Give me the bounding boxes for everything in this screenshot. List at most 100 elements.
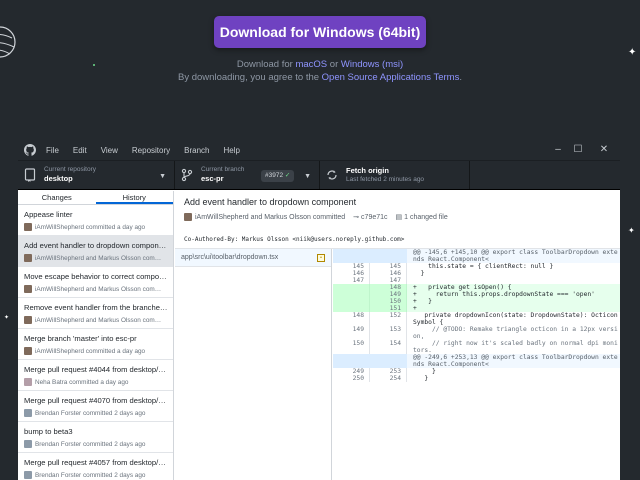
alt-prefix: Download for	[236, 59, 296, 70]
diff-line[interactable]: 149 + return this.props.dropdownState ===…	[333, 291, 620, 298]
code-text: + return this.props.dropdownState === 'o…	[407, 291, 620, 298]
diff-line[interactable]: 150 154 // right now it's scaled badly on…	[333, 340, 620, 354]
list-item[interactable]: Appease linter iAmWillShepherd committed …	[18, 205, 173, 236]
commit-details: Add event handler to dropdown component …	[175, 191, 620, 480]
sparkle-icon: ✦	[4, 315, 10, 321]
terms-prefix: By downloading, you agree to the	[178, 72, 322, 83]
terms-link[interactable]: Open Source Applications Terms	[322, 72, 460, 83]
diff-line[interactable]: 249 253 }	[333, 368, 620, 375]
tab-history[interactable]: History	[95, 191, 173, 204]
menu-repository[interactable]: Repository	[132, 146, 170, 155]
alt-or: or	[327, 59, 341, 70]
repo-label: Current repository	[44, 166, 97, 173]
file-diff-icon: ▤	[395, 214, 403, 221]
diff-line[interactable]: 147 147	[333, 277, 620, 284]
avatar	[24, 254, 32, 262]
avatar	[24, 471, 32, 479]
menu-view[interactable]: View	[101, 146, 118, 155]
commit-author-time: iAmWillShepherd committed a day ago	[35, 223, 146, 231]
diff-line[interactable]: 150 + }	[333, 298, 620, 305]
diff-hunk-header[interactable]: @@ -145,6 +145,10 @@ export class Toolba…	[333, 249, 620, 263]
branch-value: esc-pr	[201, 174, 224, 183]
current-repository-button[interactable]: Current repository desktop ▼	[18, 161, 175, 189]
avatar	[184, 213, 192, 221]
list-item[interactable]: bump to beta3 Brendan Forster committed 2…	[18, 422, 173, 453]
file-row[interactable]: app\src\ui\toolbar\dropdown.tsx •	[175, 249, 331, 267]
list-item[interactable]: Merge pull request #4057 from desktop/… B…	[18, 453, 173, 480]
old-line-number	[333, 305, 370, 312]
diff-line[interactable]: 148 152 private dropdownIcon(state: Dropd…	[333, 312, 620, 326]
menu-branch[interactable]: Branch	[184, 146, 209, 155]
diff-line[interactable]: 151 +	[333, 305, 620, 312]
fetch-title: Fetch origin	[346, 166, 389, 175]
list-item[interactable]: Remove event handler from the branches… i…	[18, 298, 173, 329]
commit-meta: iAmWillShepherd and Markus Olsson com…	[24, 316, 173, 324]
commit-body: Co-Authored-By: Markus Olsson <niik@user…	[184, 236, 405, 243]
windows-msi-link[interactable]: Windows (msi)	[341, 59, 403, 70]
diff-line[interactable]: 145 145 this.state = { clientRect: null }	[333, 263, 620, 270]
list-item[interactable]: Move escape behavior to correct compo… iA…	[18, 267, 173, 298]
maximize-icon[interactable]: ☐	[572, 144, 584, 155]
avatar	[24, 223, 32, 231]
repo-icon	[24, 168, 36, 182]
download-hero: ✦ ✦ ✦ Download for Windows (64bit) Downl…	[0, 0, 640, 321]
avatar	[24, 347, 32, 355]
avatar	[24, 440, 32, 448]
commit-summary: Move escape behavior to correct compo…	[24, 272, 167, 281]
list-item[interactable]: Merge pull request #4044 from desktop/… N…	[18, 360, 173, 391]
pr-number: #3972	[265, 172, 284, 179]
list-item[interactable]: Merge branch 'master' into esc-pr iAmWill…	[18, 329, 173, 360]
commit-author-time: Brendan Forster committed 2 days ago	[35, 440, 146, 448]
title-bar: File Edit View Repository Branch Help – …	[18, 140, 620, 160]
caret-down-icon: ▼	[304, 173, 311, 180]
pull-request-badge[interactable]: #3972 ✓	[261, 170, 295, 182]
commit-sha[interactable]: c79e71c	[361, 214, 387, 221]
old-line-number: 149	[333, 326, 370, 340]
menu-edit[interactable]: Edit	[73, 146, 87, 155]
macos-link[interactable]: macOS	[295, 59, 327, 70]
code-text: private dropdownIcon(state: DropdownStat…	[413, 312, 618, 326]
commit-meta: Brendan Forster committed 2 days ago	[24, 440, 173, 448]
avatar	[24, 378, 32, 386]
list-item[interactable]: Merge pull request #4070 from desktop/… B…	[18, 391, 173, 422]
commit-summary: bump to beta3	[24, 427, 73, 436]
diff-line[interactable]: 148 + private get isOpen() {	[333, 284, 620, 291]
minimize-icon[interactable]: –	[552, 144, 564, 155]
close-icon[interactable]: ✕	[598, 144, 610, 155]
diff-line[interactable]: 250 254 }	[333, 375, 620, 382]
commit-author-time: Neha Batra committed a day ago	[35, 378, 129, 386]
download-windows-button[interactable]: Download for Windows (64bit)	[214, 16, 426, 48]
commit-summary: Merge pull request #4070 from desktop/…	[24, 396, 166, 405]
diff-hunk-header[interactable]: @@ -249,6 +253,13 @@ export class Toolba…	[333, 354, 620, 368]
old-line-number: 249	[333, 368, 370, 375]
code-text: @@ -249,6 +253,13 @@ export class Toolba…	[407, 354, 620, 368]
code-text: }	[413, 375, 429, 382]
code-text: this.state = { clientRect: null }	[413, 263, 554, 270]
fetch-origin-button[interactable]: Fetch origin Last fetched 2 minutes ago	[320, 161, 470, 189]
code-text: + }	[407, 298, 620, 305]
new-line-number: 145	[370, 263, 407, 270]
menu-help[interactable]: Help	[224, 146, 240, 155]
commit-meta: iAmWillShepherd and Markus Olsson com…	[24, 254, 173, 262]
old-line-number	[333, 354, 370, 368]
branch-label: Current branch	[201, 166, 245, 173]
avatar	[24, 409, 32, 417]
old-line-number: 148	[333, 312, 370, 326]
planet-illustration	[0, 26, 16, 58]
diff-line[interactable]: 146 146 }	[333, 270, 620, 277]
commit-meta: Brendan Forster committed 2 days ago	[24, 471, 173, 479]
current-branch-button[interactable]: Current branch esc-pr #3972 ✓ ▼	[175, 161, 320, 189]
menu-file[interactable]: File	[46, 146, 59, 155]
tab-changes[interactable]: Changes	[18, 191, 96, 204]
new-line-number: 149	[370, 291, 407, 298]
code-text: + private get isOpen() {	[407, 284, 620, 291]
commit-summary: Merge pull request #4044 from desktop/…	[24, 365, 166, 374]
new-line-number	[370, 249, 407, 263]
list-item[interactable]: Add event handler to dropdown compon… iAm…	[18, 236, 173, 267]
commit-summary: Add event handler to dropdown compon…	[24, 241, 167, 250]
commit-author-time: Brendan Forster committed 2 days ago	[35, 409, 146, 417]
branch-icon	[181, 168, 193, 182]
commit-author-time: iAmWillShepherd and Markus Olsson com…	[35, 285, 162, 293]
diff-line[interactable]: 149 153 // @TODO: Remake triangle octicon…	[333, 326, 620, 340]
new-line-number: 146	[370, 270, 407, 277]
